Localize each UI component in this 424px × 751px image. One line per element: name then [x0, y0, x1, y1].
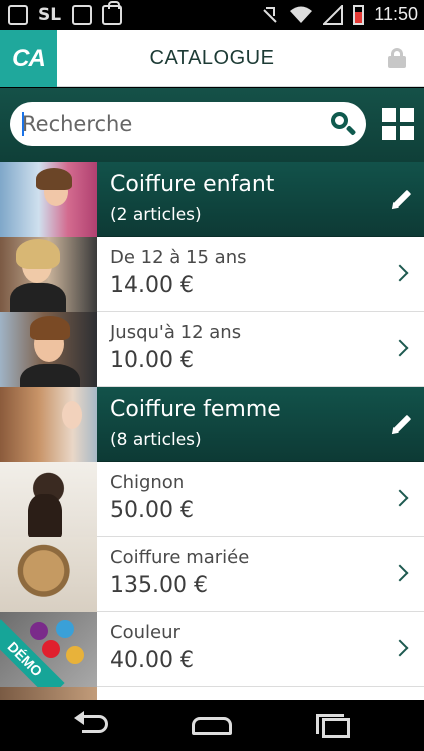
item-price: 10.00 € — [110, 348, 194, 373]
system-icons: 11:50 — [261, 4, 418, 25]
app-logo[interactable]: CA — [0, 30, 57, 87]
item-name: Chignon — [110, 472, 185, 493]
item-price: 135.00 € — [110, 573, 208, 598]
battery-icon — [353, 4, 365, 25]
app-header: CA CATALOGUE — [0, 30, 424, 87]
category-count: (8 articles) — [110, 430, 202, 450]
item-name: Couleur — [110, 622, 180, 643]
chevron-right-icon — [391, 264, 409, 282]
back-icon[interactable] — [72, 711, 112, 737]
logo-text: CA — [12, 44, 46, 72]
search-box — [10, 102, 366, 146]
category-count: (2 articles) — [110, 205, 202, 225]
status-bar: SL 11:50 — [0, 0, 424, 30]
chevron-right-icon — [391, 489, 409, 507]
category-row-coiffure-femme[interactable]: Coiffure femme (8 articles) — [0, 387, 424, 462]
item-price: 14.00 € — [110, 273, 194, 298]
item-price: 50.00 € — [110, 498, 194, 523]
list-item[interactable]: De 12 à 15 ans 14.00 € — [0, 237, 424, 312]
edit-pencil-icon[interactable] — [389, 413, 412, 437]
item-name: Coiffure mariée — [110, 547, 250, 568]
grid-view-icon[interactable] — [382, 108, 414, 140]
page-title: CATALOGUE — [149, 47, 275, 69]
item-thumbnail — [0, 687, 97, 700]
edit-pencil-icon[interactable] — [389, 188, 412, 212]
lock-icon[interactable] — [388, 48, 406, 68]
catalog-list[interactable]: Coiffure enfant (2 articles) De 12 à 15 … — [0, 162, 424, 700]
list-item[interactable]: Coiffure mariée 135.00 € — [0, 537, 424, 612]
list-item[interactable]: DÉMO Couleur 40.00 € — [0, 612, 424, 687]
search-input[interactable] — [22, 108, 322, 140]
category-thumbnail — [0, 162, 97, 237]
text-cursor — [22, 112, 24, 136]
notification-icons: SL — [8, 1, 122, 25]
system-nav-bar — [0, 700, 424, 751]
item-thumbnail — [0, 537, 97, 612]
face-icon — [72, 5, 92, 25]
chevron-right-icon — [391, 339, 409, 357]
item-thumbnail — [0, 462, 97, 537]
category-thumbnail — [0, 387, 97, 462]
signal-icon — [323, 4, 344, 25]
category-name: Coiffure femme — [110, 397, 281, 422]
list-item-partial[interactable] — [0, 687, 424, 700]
item-thumbnail — [0, 312, 97, 387]
sl-icon: SL — [38, 5, 62, 25]
home-icon[interactable] — [192, 717, 232, 735]
item-thumbnail: DÉMO — [0, 612, 97, 687]
category-name: Coiffure enfant — [110, 172, 275, 197]
chevron-right-icon — [391, 564, 409, 582]
wifi-icon — [290, 6, 313, 23]
chevron-right-icon — [391, 639, 409, 657]
search-icon[interactable] — [330, 111, 357, 137]
recents-icon[interactable] — [316, 714, 350, 738]
item-name: De 12 à 15 ans — [110, 247, 247, 268]
list-item[interactable]: Chignon 50.00 € — [0, 462, 424, 537]
list-item[interactable]: Jusqu'à 12 ans 10.00 € — [0, 312, 424, 387]
item-name: Jusqu'à 12 ans — [110, 322, 242, 343]
search-bar-area — [0, 88, 424, 162]
mute-icon — [263, 6, 277, 23]
image-icon — [8, 5, 28, 25]
item-thumbnail — [0, 237, 97, 312]
clock: 11:50 — [374, 4, 418, 24]
category-row-coiffure-enfant[interactable]: Coiffure enfant (2 articles) — [0, 162, 424, 237]
bag-icon — [102, 1, 122, 25]
item-price: 40.00 € — [110, 648, 194, 673]
